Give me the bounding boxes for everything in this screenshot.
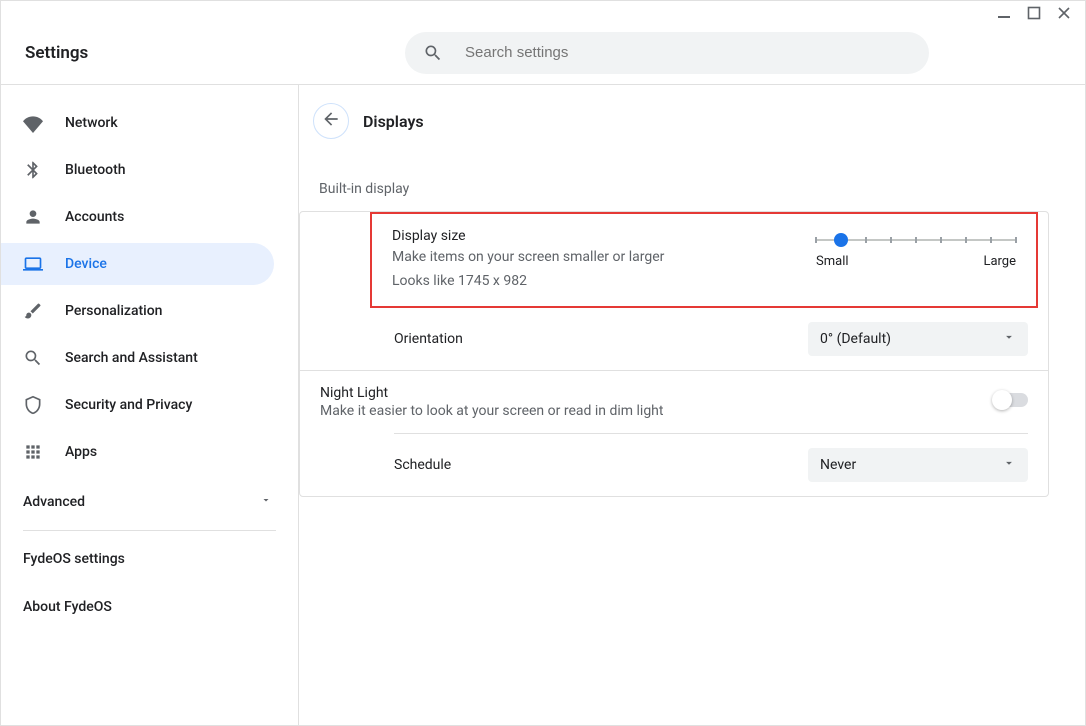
display-size-title: Display size: [392, 228, 816, 244]
bluetooth-icon: [23, 160, 43, 180]
close-button[interactable]: [1057, 6, 1071, 20]
sidebar-item-accounts[interactable]: Accounts: [1, 196, 298, 238]
slider-label-large: Large: [983, 254, 1016, 269]
sidebar-item-security-privacy[interactable]: Security and Privacy: [1, 384, 298, 426]
display-settings-card: Display size Make items on your screen s…: [299, 211, 1049, 497]
schedule-row: Schedule Never: [300, 434, 1048, 496]
night-light-toggle[interactable]: [994, 393, 1028, 407]
display-size-slider[interactable]: Small Large: [816, 228, 1016, 292]
search-icon: [423, 43, 443, 63]
slider-thumb[interactable]: [834, 233, 848, 247]
content-area: Displays Built-in display Display size M…: [299, 85, 1085, 725]
slider-label-small: Small: [816, 254, 849, 269]
laptop-icon: [23, 254, 43, 274]
sidebar-item-label: Device: [65, 256, 107, 272]
sidebar-item-label: Accounts: [65, 209, 124, 225]
sidebar-item-search-assistant[interactable]: Search and Assistant: [1, 337, 298, 379]
sidebar-item-label: Search and Assistant: [65, 350, 198, 366]
night-light-title: Night Light: [320, 385, 994, 401]
advanced-label: Advanced: [23, 494, 85, 510]
section-label-builtin-display: Built-in display: [299, 181, 1049, 197]
schedule-value: Never: [820, 457, 856, 473]
sidebar-about[interactable]: About FydeOS: [1, 583, 298, 631]
sidebar-fydeos-settings[interactable]: FydeOS settings: [1, 535, 298, 583]
brush-icon: [23, 301, 43, 321]
sidebar-item-label: Security and Privacy: [65, 397, 192, 413]
sidebar-item-network[interactable]: Network: [1, 102, 298, 144]
chevron-down-icon: [260, 494, 272, 510]
orientation-value: 0° (Default): [820, 331, 891, 347]
sidebar-item-apps[interactable]: Apps: [1, 431, 298, 473]
chevron-down-icon: [1002, 456, 1016, 474]
shield-icon: [23, 395, 43, 415]
page-header: Displays: [299, 101, 1049, 141]
back-button[interactable]: [313, 103, 349, 139]
sidebar-advanced[interactable]: Advanced: [1, 478, 298, 526]
display-size-row: Display size Make items on your screen s…: [370, 212, 1038, 308]
sidebar-item-device[interactable]: Device: [1, 243, 274, 285]
orientation-row: Orientation 0° (Default): [300, 308, 1048, 370]
app-body: Network Bluetooth Accounts Device Person…: [1, 85, 1085, 725]
sidebar-item-label: Personalization: [65, 303, 162, 319]
search-input[interactable]: [463, 43, 911, 62]
toggle-knob: [992, 390, 1012, 410]
person-icon: [23, 207, 43, 227]
orientation-dropdown[interactable]: 0° (Default): [808, 322, 1028, 356]
display-size-desc: Make items on your screen smaller or lar…: [392, 246, 816, 268]
app-header: Settings: [1, 21, 1085, 85]
search-icon: [23, 348, 43, 368]
sidebar-item-personalization[interactable]: Personalization: [1, 290, 298, 332]
schedule-dropdown[interactable]: Never: [808, 448, 1028, 482]
sidebar-item-label: Bluetooth: [65, 162, 126, 178]
sidebar-divider: [23, 530, 276, 531]
sidebar-item-label: Apps: [65, 444, 97, 460]
night-light-row: Night Light Make it easier to look at yo…: [300, 371, 1048, 423]
display-size-resolution: Looks like 1745 x 982: [392, 270, 816, 292]
maximize-button[interactable]: [1027, 6, 1041, 20]
sidebar: Network Bluetooth Accounts Device Person…: [1, 85, 299, 725]
schedule-label: Schedule: [394, 457, 808, 473]
search-box[interactable]: [405, 32, 929, 74]
apps-icon: [23, 442, 43, 462]
orientation-label: Orientation: [394, 331, 808, 347]
wifi-icon: [23, 113, 43, 133]
app-window: Settings Network Bluetooth Accounts: [0, 0, 1086, 726]
arrow-back-icon: [321, 109, 341, 133]
chevron-down-icon: [1002, 330, 1016, 348]
app-title: Settings: [25, 43, 405, 63]
minimize-button[interactable]: [997, 6, 1011, 20]
night-light-desc: Make it easier to look at your screen or…: [320, 403, 994, 419]
window-titlebar: [1, 1, 1085, 21]
sidebar-item-bluetooth[interactable]: Bluetooth: [1, 149, 298, 191]
page-title: Displays: [363, 112, 424, 131]
sidebar-item-label: Network: [65, 115, 118, 131]
